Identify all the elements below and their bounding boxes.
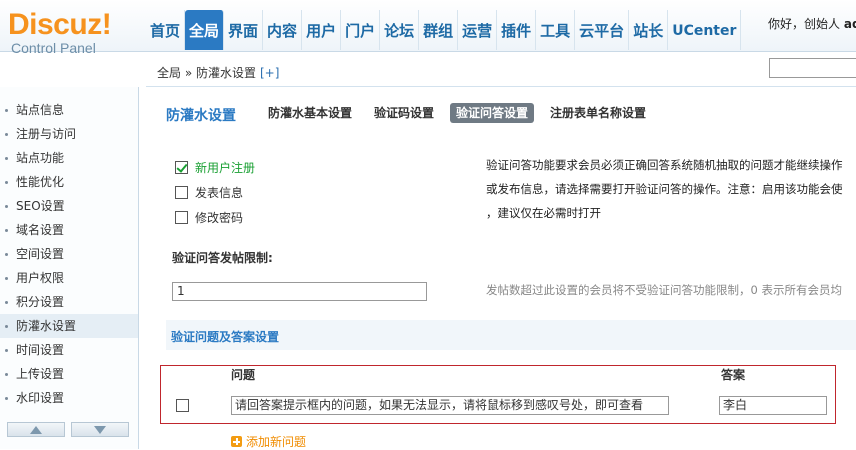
page-title: 防灌水设置 bbox=[166, 108, 236, 124]
main-nav: 首页 全局 界面 内容 用户 门户 论坛 群组 运营 插件 工具 云平台 站长 … bbox=[146, 10, 742, 50]
sidebar-item-space[interactable]: 空间设置 bbox=[0, 242, 138, 266]
section-title: 验证问题及答案设置 bbox=[171, 330, 280, 344]
username-link[interactable]: ad bbox=[844, 17, 856, 31]
logo-text: Discuz! bbox=[8, 8, 112, 41]
arrow-up-icon bbox=[30, 425, 42, 434]
top-header: Discuz! Control Panel 首页 全局 界面 内容 用户 门户 … bbox=[0, 0, 856, 57]
checkbox-post-message[interactable] bbox=[175, 185, 188, 199]
nav-plugins[interactable]: 插件 bbox=[497, 10, 537, 50]
sidebar-menu: 站点信息 注册与访问 站点功能 性能优化 SEO设置 域名设置 空间设置 用户权… bbox=[0, 87, 138, 410]
tab-register-form-names[interactable]: 注册表单名称设置 bbox=[544, 103, 652, 123]
option-new-user-register[interactable]: 新用户注册 bbox=[175, 159, 255, 175]
tab-captcha[interactable]: 验证码设置 bbox=[368, 103, 440, 123]
plus-icon bbox=[231, 436, 242, 447]
arrow-down-icon bbox=[94, 425, 106, 434]
tab-antispam-basic[interactable]: 防灌水基本设置 bbox=[262, 103, 358, 123]
option-label: 修改密码 bbox=[195, 210, 244, 225]
sidebar-item-seo[interactable]: SEO设置 bbox=[0, 194, 138, 218]
option-label: 新用户注册 bbox=[195, 160, 256, 175]
breadcrumb-text: 全局 » 防灌水设置 bbox=[157, 66, 256, 80]
sidebar-item-upload[interactable]: 上传设置 bbox=[0, 362, 138, 386]
breadcrumb-bar: 全局 » 防灌水设置 [+] bbox=[146, 54, 856, 87]
search-input[interactable] bbox=[769, 58, 856, 78]
nav-content[interactable]: 内容 bbox=[263, 10, 303, 50]
nav-tools[interactable]: 工具 bbox=[536, 10, 576, 50]
sidebar-item-site-features[interactable]: 站点功能 bbox=[0, 146, 138, 170]
main-content: 防灌水设置 防灌水基本设置 验证码设置 验证问答设置 注册表单名称设置 新用户注… bbox=[146, 88, 856, 449]
nav-portal[interactable]: 门户 bbox=[341, 10, 381, 50]
sidebar-item-time[interactable]: 时间设置 bbox=[0, 338, 138, 362]
sidebar-item-site-info[interactable]: 站点信息 bbox=[0, 98, 138, 122]
post-limit-label: 验证问答发帖限制: bbox=[172, 251, 273, 265]
add-question-link[interactable]: 添加新问题 bbox=[231, 433, 306, 450]
delete-question-checkbox[interactable] bbox=[176, 399, 189, 412]
tab-qa-verification[interactable]: 验证问答设置 bbox=[450, 103, 535, 123]
nav-forum[interactable]: 论坛 bbox=[380, 10, 420, 50]
column-header-question: 问题 bbox=[231, 368, 256, 382]
description-line: 或发布信息，请选择需要打开验证问答的操作。注意：启用该功能会使 bbox=[486, 182, 843, 196]
nav-interface[interactable]: 界面 bbox=[224, 10, 264, 50]
post-limit-tip: 发帖数超过此设置的会员将不受验证问答功能限制，0 表示所有会员均 bbox=[486, 283, 842, 297]
option-change-password[interactable]: 修改密码 bbox=[175, 209, 243, 225]
scroll-up-button[interactable] bbox=[7, 422, 65, 437]
nav-ucenter[interactable]: UCenter bbox=[668, 10, 742, 50]
checkbox-new-user-register[interactable] bbox=[175, 160, 188, 174]
sidebar-item-watermark[interactable]: 水印设置 bbox=[0, 386, 138, 410]
user-greeting: 你好，创始人 ad bbox=[768, 15, 856, 32]
sidebar-item-register[interactable]: 注册与访问 bbox=[0, 122, 138, 146]
nav-global[interactable]: 全局 bbox=[185, 10, 225, 50]
add-to-menu-link[interactable]: [+] bbox=[260, 66, 279, 80]
question-input[interactable]: 请回答案提示框内的问题，如果无法显示，请将鼠标移到感叹号处，即可查看 bbox=[231, 396, 669, 415]
description-line: 验证问答功能要求会员必须正确回答系统随机抽取的问题才能继续操作 bbox=[486, 158, 843, 172]
scroll-down-button[interactable] bbox=[71, 422, 129, 437]
sidebar-item-domain[interactable]: 域名设置 bbox=[0, 218, 138, 242]
column-header-answer: 答案 bbox=[721, 368, 746, 382]
sidebar: 站点信息 注册与访问 站点功能 性能优化 SEO设置 域名设置 空间设置 用户权… bbox=[0, 87, 139, 449]
nav-users[interactable]: 用户 bbox=[302, 10, 342, 50]
option-label: 发表信息 bbox=[195, 185, 244, 200]
add-question-label: 添加新问题 bbox=[246, 435, 307, 449]
nav-home[interactable]: 首页 bbox=[146, 10, 186, 50]
sidebar-item-permissions[interactable]: 用户权限 bbox=[0, 266, 138, 290]
section-header: 验证问题及答案设置 bbox=[166, 320, 856, 350]
sidebar-item-antispam[interactable]: 防灌水设置 bbox=[0, 314, 138, 338]
option-description: 验证问答功能要求会员必须正确回答系统随机抽取的问题才能继续操作 或发布信息，请选… bbox=[486, 153, 856, 225]
breadcrumb: 全局 » 防灌水设置 [+] bbox=[157, 64, 279, 81]
nav-webmaster[interactable]: 站长 bbox=[629, 10, 669, 50]
answer-input[interactable]: 李白 bbox=[719, 396, 827, 415]
logo-subtitle: Control Panel bbox=[11, 40, 96, 56]
post-limit-input[interactable]: 1 bbox=[172, 282, 427, 301]
sidebar-item-credits[interactable]: 积分设置 bbox=[0, 290, 138, 314]
qa-table-highlight: 问题 答案 请回答案提示框内的问题，如果无法显示，请将鼠标移到感叹号处，即可查看… bbox=[160, 365, 836, 424]
description-line: ，建议仅在必需时打开 bbox=[486, 206, 601, 220]
logo: Discuz! Control Panel bbox=[8, 8, 138, 57]
checkbox-change-password[interactable] bbox=[175, 210, 188, 224]
settings-tabs: 防灌水基本设置 验证码设置 验证问答设置 注册表单名称设置 bbox=[262, 103, 652, 123]
greeting-text: 你好，创始人 bbox=[768, 17, 841, 31]
nav-cloud[interactable]: 云平台 bbox=[575, 10, 630, 50]
nav-groups[interactable]: 群组 bbox=[419, 10, 459, 50]
sidebar-item-performance[interactable]: 性能优化 bbox=[0, 170, 138, 194]
sidebar-scroll-controls bbox=[0, 422, 138, 440]
nav-operations[interactable]: 运营 bbox=[458, 10, 498, 50]
option-post-message[interactable]: 发表信息 bbox=[175, 184, 243, 200]
